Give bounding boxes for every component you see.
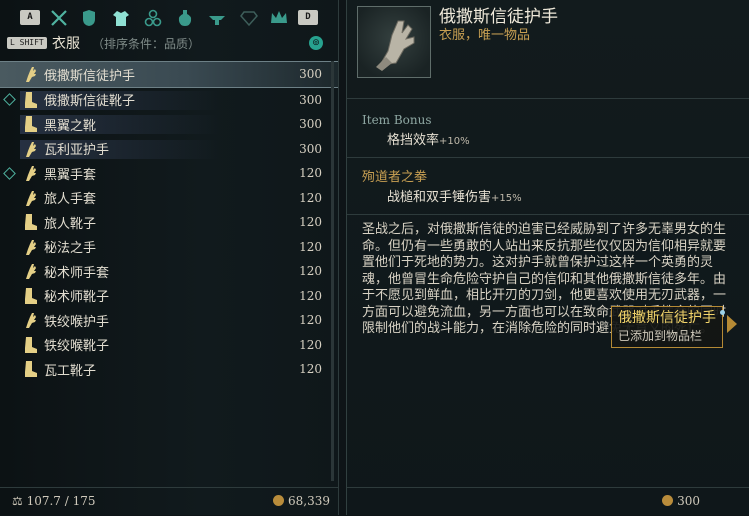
- item-price: 120: [299, 362, 322, 377]
- bonus-header: Item Bonus: [362, 113, 432, 127]
- list-item[interactable]: 铁绞喉靴子 120: [0, 333, 338, 358]
- list-item[interactable]: 铁绞喉护手 120: [0, 308, 338, 333]
- sort-icon[interactable]: ⊚: [309, 36, 323, 50]
- item-price: 300: [299, 92, 322, 107]
- boot-icon: [22, 115, 38, 133]
- item-price: 120: [299, 166, 322, 181]
- boot-icon: [22, 336, 38, 354]
- divider: [347, 214, 749, 215]
- coin-icon: [273, 495, 284, 506]
- item-name: 瓦利亚护手: [44, 143, 110, 159]
- sort-label: （排序条件：品质）: [92, 37, 201, 51]
- item-name: 黑翼手套: [44, 167, 97, 183]
- tooltip-text: 已添加到物品栏: [618, 329, 703, 343]
- glove-icon: [22, 262, 38, 280]
- set-bonus-stat: 战槌和双手锤伤害+15%: [387, 190, 522, 205]
- item-price: 300: [299, 67, 322, 82]
- item-price: 300: [662, 494, 700, 508]
- glove-icon: [22, 238, 38, 256]
- item-price: 120: [299, 264, 322, 279]
- category-header: L SHIFT 衣服 （排序条件：品质） ⊚: [0, 33, 338, 55]
- glove-icon: [22, 65, 38, 83]
- item-name: 铁绞喉护手: [44, 314, 110, 330]
- set-bonus-header: 殉道者之拳: [362, 170, 428, 185]
- list-item[interactable]: 瓦利亚护手 300: [0, 137, 338, 162]
- gems-icon[interactable]: [236, 6, 262, 30]
- category-title: 衣服: [52, 36, 80, 52]
- clothing-icon[interactable]: [108, 6, 134, 30]
- item-name: 秘术师靴子: [44, 290, 110, 306]
- carry-weight: ⚖ 107.7 / 175: [12, 494, 96, 508]
- armor-icon[interactable]: [76, 6, 102, 30]
- item-price: 300: [299, 141, 322, 156]
- item-price: 120: [299, 337, 322, 352]
- item-detail-panel: 俄撒斯信徒护手 衣服，唯一物品 Item Bonus 格挡效率+10% 殉道者之…: [346, 0, 749, 515]
- item-portrait: [357, 6, 431, 78]
- boot-icon: [22, 91, 38, 109]
- list-item[interactable]: 俄撒斯信徒护手 300: [0, 61, 338, 88]
- list-item[interactable]: 俄撒斯信徒靴子 300: [0, 88, 338, 113]
- item-subtitle: 衣服，唯一物品: [439, 28, 531, 43]
- item-name: 秘术师手套: [44, 265, 110, 281]
- misc-icon[interactable]: [204, 6, 230, 30]
- gold-amount: 68,339: [273, 494, 330, 508]
- list-item[interactable]: 旅人手套 120: [0, 186, 338, 211]
- item-name: 俄撒斯信徒靴子: [44, 94, 136, 110]
- glove-icon: [22, 311, 38, 329]
- new-item-marker-icon: [3, 166, 16, 180]
- cursor-dot: [720, 310, 725, 315]
- boot-icon: [22, 213, 38, 231]
- accessories-icon[interactable]: [140, 6, 166, 30]
- detail-footer: 300: [347, 487, 749, 516]
- list-item[interactable]: 旅人靴子 120: [0, 210, 338, 235]
- coin-icon: [662, 495, 674, 506]
- consumables-icon[interactable]: [172, 6, 198, 30]
- item-price: 120: [299, 313, 322, 328]
- list-item[interactable]: 秘法之手 120: [0, 235, 338, 260]
- crown-icon[interactable]: [266, 6, 292, 30]
- item-name: 铁绞喉靴子: [44, 339, 110, 355]
- item-price: 120: [299, 190, 322, 205]
- shift-key[interactable]: L SHIFT: [7, 37, 47, 49]
- tooltip-arrow: [727, 315, 737, 333]
- item-price: 120: [299, 215, 322, 230]
- inventory-footer: ⚖ 107.7 / 175 68,339: [0, 487, 338, 516]
- glove-icon: [22, 140, 38, 158]
- item-name: 瓦工靴子: [44, 363, 97, 379]
- added-tooltip: 俄撒斯信徒护手 已添加到物品栏: [611, 306, 723, 348]
- new-item-marker-icon: [3, 93, 16, 107]
- list-item[interactable]: 黑翼手套 120: [0, 161, 338, 186]
- boot-icon: [22, 360, 38, 378]
- weapons-icon[interactable]: [46, 6, 72, 30]
- bonus-stat: 格挡效率+10%: [387, 133, 470, 148]
- item-price: 300: [299, 117, 322, 132]
- divider: [347, 98, 749, 99]
- scrollbar[interactable]: [331, 61, 334, 481]
- item-name: 秘法之手: [44, 241, 97, 257]
- item-name: 旅人靴子: [44, 216, 97, 232]
- item-name: 黑翼之靴: [44, 118, 97, 134]
- category-tab-bar: A D: [0, 6, 338, 32]
- item-list: 俄撒斯信徒护手 300 俄撒斯信徒靴子 300 黑翼之靴 300 瓦利亚护手 300 黑翼手套 1…: [0, 61, 338, 382]
- list-item[interactable]: 秘术师手套 120: [0, 259, 338, 284]
- tooltip-title: 俄撒斯信徒护手: [618, 310, 716, 326]
- weight-icon: ⚖: [12, 494, 27, 508]
- list-item[interactable]: 黑翼之靴 300: [0, 112, 338, 137]
- prev-tab-key[interactable]: A: [20, 10, 40, 25]
- item-price: 120: [299, 288, 322, 303]
- divider: [347, 157, 749, 158]
- list-item[interactable]: 秘术师靴子 120: [0, 284, 338, 309]
- next-tab-key[interactable]: D: [298, 10, 318, 25]
- item-name: 旅人手套: [44, 192, 97, 208]
- inventory-panel: A D L SHIFT 衣服 （排序条件：品质） ⊚ 俄撒斯信徒护手 300 俄…: [0, 0, 339, 515]
- glove-icon: [22, 164, 38, 182]
- boot-icon: [22, 287, 38, 305]
- glove-icon: [376, 20, 415, 71]
- item-price: 120: [299, 239, 322, 254]
- list-item[interactable]: 瓦工靴子 120: [0, 357, 338, 382]
- item-name: 俄撒斯信徒护手: [44, 68, 136, 84]
- glove-icon: [22, 189, 38, 207]
